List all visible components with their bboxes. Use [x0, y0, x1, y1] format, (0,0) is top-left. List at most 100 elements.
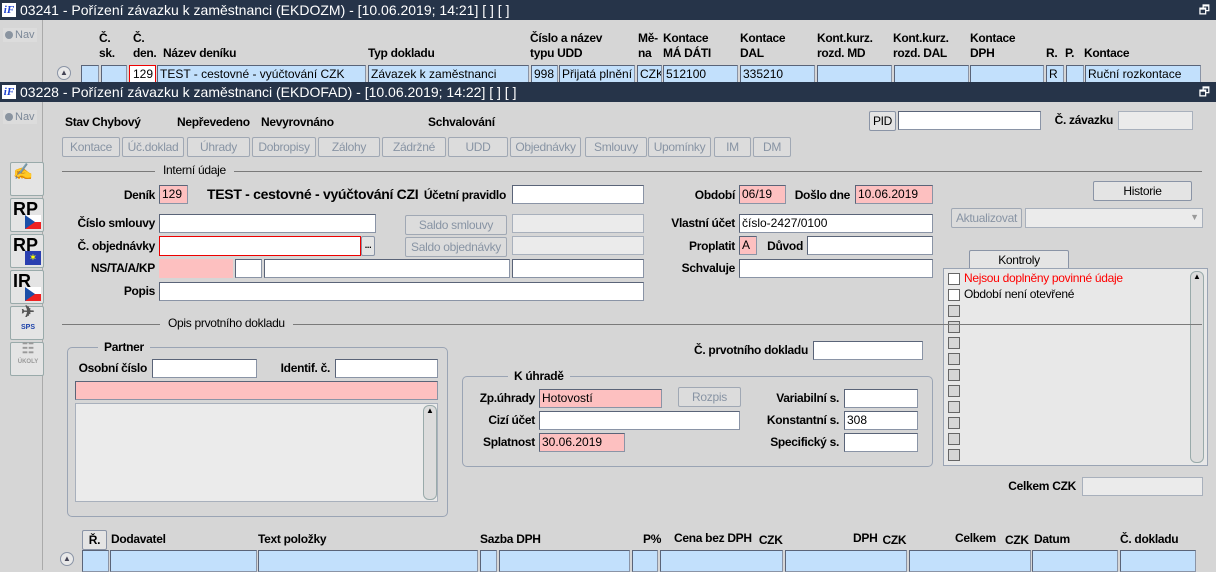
- saldo-objednavky-button[interactable]: Saldo objednávky: [405, 237, 507, 257]
- lookup-button[interactable]: ...: [361, 236, 375, 256]
- kontrola-checkbox[interactable]: [948, 449, 960, 461]
- partner-name-field[interactable]: [75, 381, 438, 400]
- pid-button[interactable]: PID: [869, 111, 896, 131]
- kontrola-checkbox[interactable]: [948, 321, 960, 333]
- nav-radio[interactable]: Nav: [3, 28, 37, 42]
- textarea-scrollbar[interactable]: ▲: [423, 405, 437, 500]
- item-cell[interactable]: [632, 550, 658, 572]
- obdobi-field[interactable]: 06/19: [739, 185, 786, 204]
- kontrola-checkbox[interactable]: [948, 369, 960, 381]
- ns-field[interactable]: [159, 259, 233, 278]
- osobni-cislo-field[interactable]: [152, 359, 257, 378]
- historie-button[interactable]: Historie: [1093, 181, 1192, 201]
- ukoly-button[interactable]: ☷ ÚKOLY: [10, 341, 44, 376]
- item-cell[interactable]: [909, 550, 1031, 572]
- saldo-smlouvy-button[interactable]: Saldo smlouvy: [405, 215, 507, 235]
- c-prvotniho-field[interactable]: [813, 341, 923, 360]
- specificky-field[interactable]: [844, 433, 918, 452]
- dobropisy-button[interactable]: Dobropisy: [252, 137, 316, 157]
- window1-titlebar[interactable]: iF 03241 - Pořízení závazku k zaměstnanci…: [0, 0, 1216, 20]
- variabilni-field[interactable]: [844, 389, 918, 408]
- row-header-button[interactable]: Ř.: [82, 530, 107, 550]
- scroll-up-icon[interactable]: ▲: [57, 66, 71, 80]
- udd-button[interactable]: UDD: [448, 137, 508, 157]
- denik-field[interactable]: 129: [159, 185, 188, 204]
- kontace-button[interactable]: Kontace: [62, 137, 120, 157]
- restore-icon[interactable]: 🗗: [1199, 0, 1210, 20]
- item-cell[interactable]: [1032, 550, 1118, 572]
- rp-eu-button[interactable]: RP ✶: [10, 234, 44, 268]
- cizi-ucet-label: Cizí účet: [488, 413, 535, 427]
- kontrola-checkbox[interactable]: [948, 289, 960, 301]
- dm-button[interactable]: DM: [753, 137, 791, 157]
- item-cell[interactable]: [785, 550, 907, 572]
- item-cell[interactable]: [499, 550, 630, 572]
- pid-input[interactable]: [898, 111, 1041, 130]
- zadrzne-button[interactable]: Zádržné: [382, 137, 446, 157]
- c-zavazku-field: [1118, 111, 1193, 130]
- kontrola-checkbox[interactable]: [948, 401, 960, 413]
- proplatit-field[interactable]: A: [739, 236, 757, 255]
- ta-field[interactable]: [235, 259, 262, 278]
- uc-doklad-button[interactable]: Úč.doklad: [122, 137, 184, 157]
- item-cell[interactable]: [480, 550, 497, 572]
- splatnost-field[interactable]: 30.06.2019: [539, 433, 625, 452]
- c-objednavky-field[interactable]: [159, 236, 361, 256]
- col-celkem: Celkem CZK: [955, 531, 1029, 547]
- aktualizovat-button[interactable]: Aktualizovat: [951, 208, 1022, 228]
- eu-flag-icon: ✶: [25, 251, 41, 265]
- kontrola-checkbox[interactable]: [948, 433, 960, 445]
- item-cell[interactable]: [258, 550, 478, 572]
- vlastni-ucet-field[interactable]: číslo-2427/0100: [739, 214, 933, 233]
- col-c-dokladu: Č. dokladu: [1120, 532, 1179, 546]
- scroll-up-icon[interactable]: ▲: [60, 552, 74, 566]
- item-cell[interactable]: [110, 550, 257, 572]
- kontroly-scrollbar[interactable]: ▲: [1190, 271, 1204, 463]
- restore-icon[interactable]: 🗗: [1199, 82, 1210, 102]
- specificky-label: Specifický s.: [770, 435, 839, 449]
- header-kontace: Kontace: [1084, 46, 1130, 60]
- kontroly-tab[interactable]: Kontroly: [969, 250, 1069, 270]
- ir-cz-button[interactable]: IR: [10, 270, 44, 304]
- zp-uhrady-field[interactable]: Hotovostí: [539, 389, 662, 408]
- ucetni-pravidlo-field[interactable]: [512, 185, 644, 204]
- item-cell[interactable]: [1120, 550, 1196, 572]
- rozpis-button[interactable]: Rozpis: [678, 387, 741, 407]
- window2-titlebar[interactable]: iF 03228 - Pořízení závazku k zaměstnanci…: [0, 82, 1216, 102]
- chevron-down-icon: ▼: [1190, 212, 1199, 222]
- schvaluje-field[interactable]: [739, 259, 933, 278]
- smlouvy-button[interactable]: Smlouvy: [585, 137, 647, 157]
- uhrady-button[interactable]: Úhrady: [187, 137, 250, 157]
- duvod-field[interactable]: [807, 236, 933, 255]
- aktualizovat-select[interactable]: ▼: [1025, 208, 1203, 228]
- cislo-smlouvy-field[interactable]: [159, 214, 376, 233]
- edit-icon[interactable]: ✍: [10, 162, 44, 196]
- partner-address-textarea[interactable]: [75, 403, 438, 502]
- rp-cz-button[interactable]: RP: [10, 198, 44, 232]
- kontrola-checkbox[interactable]: [948, 337, 960, 349]
- konstantni-field[interactable]: 308: [844, 411, 918, 430]
- kontrola-checkbox[interactable]: [948, 353, 960, 365]
- doslo-dne-field[interactable]: 10.06.2019: [855, 185, 933, 204]
- kontrola-checkbox[interactable]: [948, 305, 960, 317]
- upominky-button[interactable]: Upomínky: [648, 137, 711, 157]
- objednavky-button[interactable]: Objednávky: [510, 137, 581, 157]
- col-p: P%: [643, 532, 662, 546]
- scroll-up-icon[interactable]: ▲: [1191, 272, 1203, 281]
- item-cell[interactable]: [660, 550, 783, 572]
- im-button[interactable]: IM: [714, 137, 751, 157]
- a-field[interactable]: [264, 259, 510, 278]
- kontrola-checkbox[interactable]: [948, 273, 960, 285]
- kp-field[interactable]: [512, 259, 644, 278]
- cizi-ucet-field[interactable]: [539, 411, 740, 430]
- scroll-up-icon[interactable]: ▲: [424, 406, 436, 415]
- identif-field[interactable]: [335, 359, 438, 378]
- kontrola-checkbox[interactable]: [948, 385, 960, 397]
- item-cell[interactable]: [82, 550, 109, 572]
- kontrola-checkbox[interactable]: [948, 417, 960, 429]
- popis-field[interactable]: [159, 282, 644, 301]
- zalohy-button[interactable]: Zálohy: [318, 137, 380, 157]
- sps-button[interactable]: ✈ SPS: [10, 305, 44, 340]
- nav-radio[interactable]: Nav: [3, 110, 37, 124]
- header-r: R.: [1046, 46, 1058, 60]
